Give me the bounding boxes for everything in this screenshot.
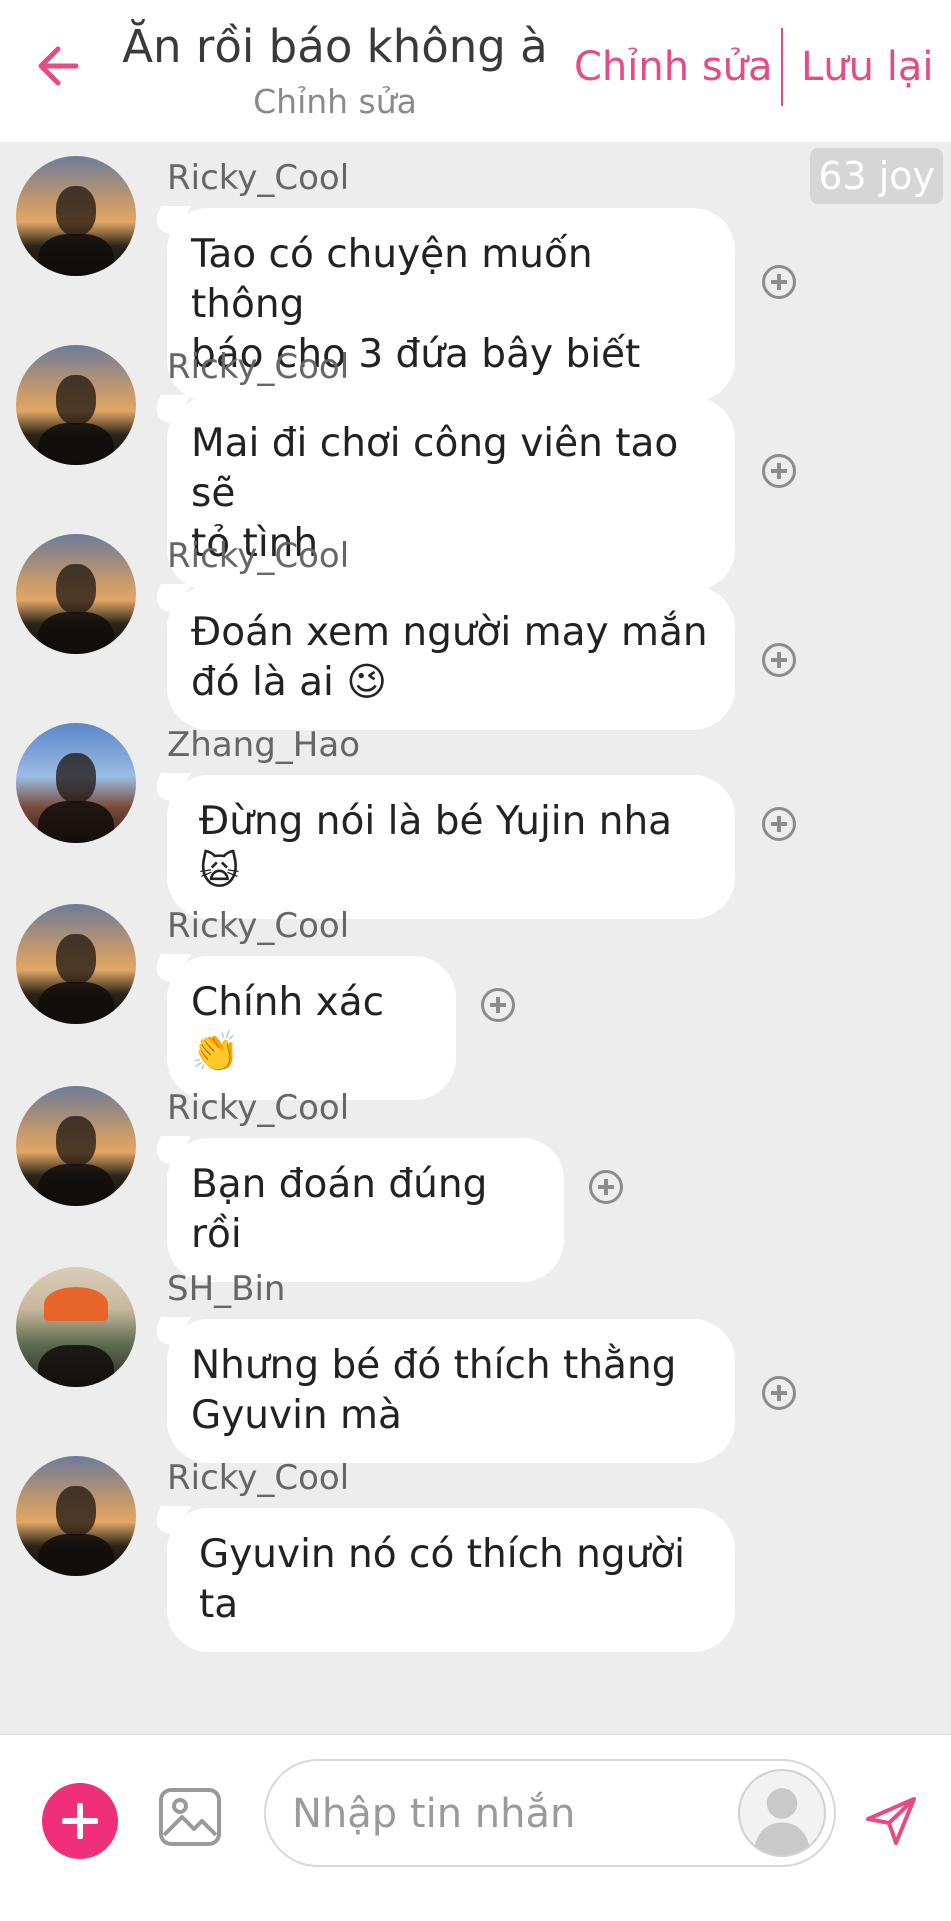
message-input[interactable]: Nhập tin nhắn (264, 1759, 836, 1867)
add-reaction-icon[interactable] (481, 988, 515, 1022)
message-text: Gyuvin mà (191, 1393, 402, 1438)
user-placeholder-icon[interactable] (738, 1769, 826, 1857)
message-text: Bạn đoán đúng rồi (191, 1162, 488, 1257)
avatar[interactable] (16, 345, 136, 465)
message-bubble[interactable]: Chính xác 👏 (167, 956, 456, 1100)
message-list[interactable]: 63 joy Ricky_Cool Tao có chuyện muốn thô… (0, 142, 951, 1734)
joy-badge: 63 joy (810, 148, 943, 204)
sender-name: Zhang_Hao (167, 725, 361, 765)
message-text: Đừng nói là bé Yujin nha 🙀 (199, 799, 673, 894)
message-bubble[interactable]: Bạn đoán đúng rồi (167, 1138, 564, 1282)
send-icon[interactable] (864, 1793, 918, 1847)
message-input-placeholder: Nhập tin nhắn (292, 1791, 576, 1837)
add-reaction-icon[interactable] (762, 1376, 796, 1410)
message-composer: Nhập tin nhắn (0, 1734, 951, 1921)
message-text: Tao có chuyện muốn thông (191, 232, 593, 327)
plus-icon[interactable] (42, 1783, 118, 1859)
message-text: Nhưng bé đó thích thằng (191, 1343, 677, 1388)
add-reaction-icon[interactable] (762, 643, 796, 677)
avatar[interactable] (16, 156, 136, 276)
add-reaction-icon[interactable] (762, 454, 796, 488)
message-bubble[interactable]: Đoán xem người may mắn đó là ai 😉 (167, 586, 735, 730)
sender-name: Ricky_Cool (167, 158, 350, 198)
message-text: Mai đi chơi công viên tao sẽ (191, 421, 679, 516)
message-text: Đoán xem người may mắn (191, 610, 708, 655)
header-divider (781, 28, 783, 106)
add-reaction-icon[interactable] (589, 1170, 623, 1204)
image-icon[interactable] (158, 1787, 222, 1847)
avatar[interactable] (16, 1086, 136, 1206)
chat-subtitle: Chỉnh sửa (253, 82, 417, 121)
message-text: đó là ai 😉 (191, 660, 387, 705)
sender-name: Ricky_Cool (167, 1458, 350, 1498)
edit-button[interactable]: Chỉnh sửa (574, 44, 773, 90)
sender-name: Ricky_Cool (167, 906, 350, 946)
message-text: Gyuvin nó có thích người ta (199, 1532, 686, 1627)
message-text: Chính xác 👏 (191, 980, 385, 1075)
avatar[interactable] (16, 534, 136, 654)
sender-name: Ricky_Cool (167, 536, 350, 576)
sender-name: SH_Bin (167, 1269, 286, 1309)
avatar[interactable] (16, 904, 136, 1024)
avatar[interactable] (16, 723, 136, 843)
add-reaction-icon[interactable] (762, 807, 796, 841)
avatar[interactable] (16, 1267, 136, 1387)
message-bubble[interactable]: Đừng nói là bé Yujin nha 🙀 (167, 775, 735, 919)
back-arrow-icon[interactable] (32, 38, 88, 94)
add-reaction-icon[interactable] (762, 265, 796, 299)
message-bubble[interactable]: Gyuvin nó có thích người ta (167, 1508, 735, 1652)
save-button[interactable]: Lưu lại (801, 44, 933, 90)
sender-name: Ricky_Cool (167, 1088, 350, 1128)
chat-title: Ăn rồi báo không à (122, 20, 548, 73)
message-bubble[interactable]: Nhưng bé đó thích thằng Gyuvin mà (167, 1319, 735, 1463)
chat-header: Ăn rồi báo không à Chỉnh sửa Chỉnh sửa L… (0, 0, 951, 142)
avatar[interactable] (16, 1456, 136, 1576)
sender-name: Ricky_Cool (167, 347, 350, 387)
